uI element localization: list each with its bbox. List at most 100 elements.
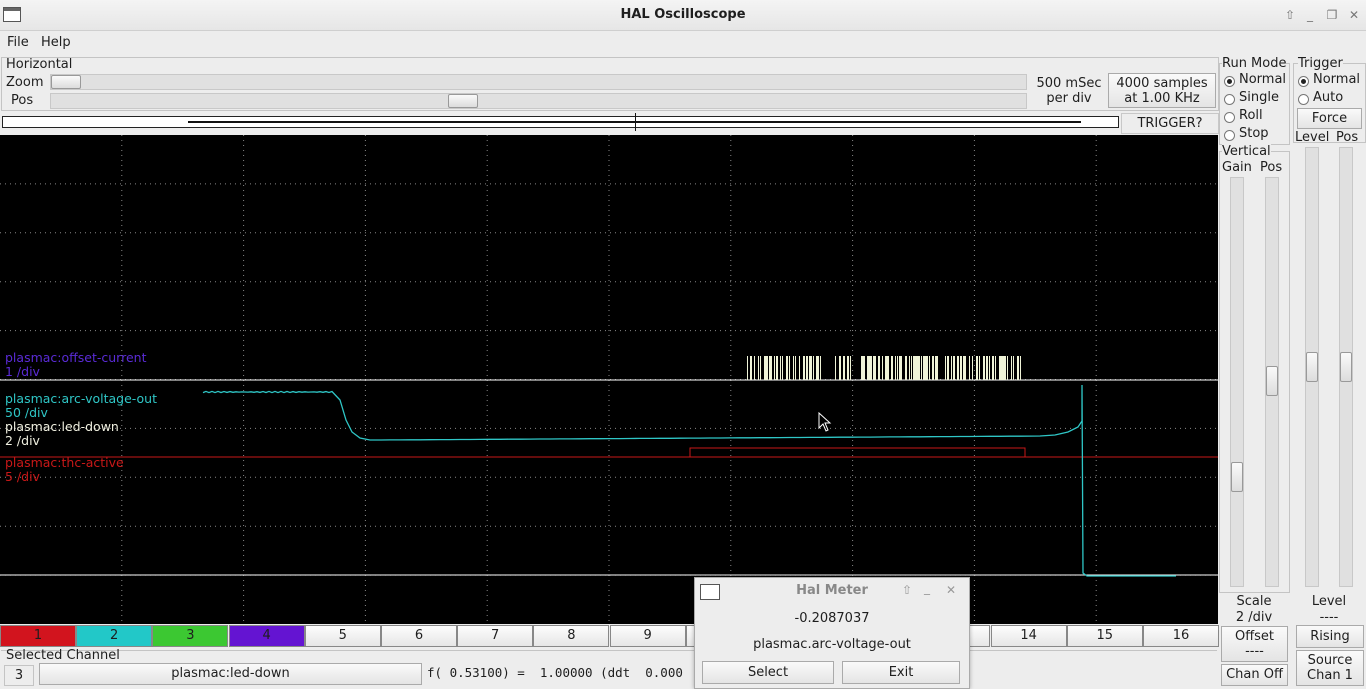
led-down-pulse <box>751 356 752 380</box>
channel-button-4[interactable]: 4 <box>228 625 305 647</box>
trigger-level-readout: Level ---- <box>1294 594 1364 626</box>
trigger-level-value: ---- <box>1319 610 1339 625</box>
led-down-pulse <box>925 356 926 380</box>
channel-button-6[interactable]: 6 <box>381 625 457 647</box>
trigger-level-thumb[interactable] <box>1306 352 1318 382</box>
run-mode-radio-normal[interactable] <box>1224 76 1235 87</box>
led-down-pulse <box>774 356 775 380</box>
led-down-pulse <box>786 356 787 380</box>
zoom-slider[interactable] <box>50 74 1027 90</box>
maximize-icon[interactable]: ❐ <box>1324 7 1340 23</box>
led-down-pulse <box>806 356 808 380</box>
channel-button-8[interactable]: 8 <box>533 625 610 647</box>
run-mode-option-label[interactable]: Normal <box>1239 72 1286 87</box>
vertical-gain-thumb[interactable] <box>1231 462 1243 492</box>
led-down-pulse <box>1018 356 1019 380</box>
hal-meter-keep-above-icon[interactable]: ⇧ <box>902 583 912 597</box>
keep-above-icon[interactable]: ⇧ <box>1282 7 1298 23</box>
trigger-pos-thumb[interactable] <box>1340 352 1352 382</box>
hal-meter-close-icon[interactable]: ✕ <box>946 583 956 597</box>
channel-button-1[interactable]: 1 <box>0 625 76 647</box>
zoom-slider-thumb[interactable] <box>51 75 81 89</box>
vertical-pos-slider[interactable] <box>1265 177 1279 587</box>
led-down-pulse <box>932 356 934 380</box>
hal-meter-select-button[interactable]: Select <box>702 661 834 684</box>
led-down-pulse <box>764 356 765 380</box>
selected-channel-name-button[interactable]: plasmac:led-down <box>39 663 422 685</box>
led-down-pulse <box>882 356 883 380</box>
force-trigger-button[interactable]: Force <box>1297 108 1362 129</box>
pos-slider[interactable] <box>50 93 1027 109</box>
run-mode-option-label[interactable]: Single <box>1239 90 1279 105</box>
trace-scale: 2 /div <box>5 433 40 448</box>
trigger-mode-option-label[interactable]: Auto <box>1313 90 1343 105</box>
channel-button-15[interactable]: 15 <box>1066 625 1143 647</box>
led-down-pulse <box>897 356 898 380</box>
led-down-pulse <box>921 356 922 380</box>
led-down-pulse <box>847 356 849 380</box>
hal-meter-exit-button[interactable]: Exit <box>842 661 960 684</box>
hal-meter-minimize-icon[interactable]: _ <box>924 581 930 595</box>
trigger-source-button[interactable]: Source Chan 1 <box>1296 650 1364 686</box>
led-down-pulse <box>1001 356 1002 380</box>
vertical-pos-thumb[interactable] <box>1266 366 1278 396</box>
led-down-trace <box>747 356 1021 380</box>
trace-name: plasmac:offset-current <box>5 350 147 365</box>
led-down-pulse <box>989 356 990 380</box>
led-down-pulse <box>870 356 872 380</box>
channel-button-5[interactable]: 5 <box>304 625 381 647</box>
led-down-pulse <box>923 356 924 380</box>
trigger-level-title: Level <box>1311 594 1347 609</box>
channel-button-3[interactable]: 3 <box>152 625 229 647</box>
led-down-pulse <box>963 356 965 380</box>
run-mode-radio-roll[interactable] <box>1224 112 1235 123</box>
vertical-offset-button[interactable]: Offset ---- <box>1221 626 1288 662</box>
zoom-label: Zoom <box>6 75 44 90</box>
time-per-div: 500 mSec per div <box>1030 76 1108 106</box>
led-down-pulse <box>765 356 766 380</box>
samples-button[interactable]: 4000 samples at 1.00 KHz <box>1108 73 1216 108</box>
run-mode-radio-single[interactable] <box>1224 94 1235 105</box>
channel-button-9[interactable]: 9 <box>609 625 686 647</box>
trigger-mode-radio-auto[interactable] <box>1298 94 1309 105</box>
led-down-pulse <box>850 356 851 380</box>
led-down-pulse <box>935 356 936 380</box>
led-down-pulse <box>929 356 930 380</box>
run-mode-option-label[interactable]: Stop <box>1239 126 1269 141</box>
mouse-cursor-icon <box>818 412 832 432</box>
trigger-pos-slider[interactable] <box>1339 147 1353 587</box>
selected-channel-number: 3 <box>4 665 34 686</box>
led-down-pulse <box>918 356 920 380</box>
close-icon[interactable]: ✕ <box>1346 7 1362 23</box>
time-per-div-value: 500 mSec <box>1036 76 1102 91</box>
menu-file[interactable]: File <box>7 35 29 50</box>
channel-button-2[interactable]: 2 <box>76 625 153 647</box>
chan-off-button[interactable]: Chan Off <box>1221 664 1288 686</box>
led-down-pulse <box>913 356 914 380</box>
hal-meter-select-label: Select <box>747 665 789 680</box>
led-down-pulse <box>770 356 772 380</box>
vertical-gain-slider[interactable] <box>1230 177 1244 587</box>
run-mode-option-label[interactable]: Roll <box>1239 108 1263 123</box>
minimize-icon[interactable]: _ <box>1302 7 1318 23</box>
led-down-pulse <box>780 356 781 380</box>
channel-button-14[interactable]: 14 <box>990 625 1067 647</box>
led-down-pulse <box>1000 356 1001 380</box>
trigger-mode-option-label[interactable]: Normal <box>1313 72 1360 87</box>
trigger-source-title: Source <box>1307 653 1353 668</box>
led-down-pulse <box>953 356 955 380</box>
led-down-pulse <box>914 356 916 380</box>
pos-slider-thumb[interactable] <box>447 94 478 108</box>
trigger-mode-radio-normal[interactable] <box>1298 76 1309 87</box>
trigger-edge-button[interactable]: Rising <box>1296 625 1364 648</box>
led-down-pulse <box>979 356 980 380</box>
hal-meter-exit-label: Exit <box>888 665 914 680</box>
scope-display[interactable]: plasmac:offset-current 1 /div plasmac:ar… <box>0 135 1218 624</box>
channel-button-7[interactable]: 7 <box>457 625 534 647</box>
trigger-position-marker <box>635 113 636 131</box>
channel-button-16[interactable]: 16 <box>1143 625 1219 647</box>
run-mode-radio-stop[interactable] <box>1224 130 1235 141</box>
menu-help[interactable]: Help <box>41 35 71 50</box>
trigger-level-slider[interactable] <box>1305 147 1319 587</box>
led-down-pulse <box>969 356 970 380</box>
